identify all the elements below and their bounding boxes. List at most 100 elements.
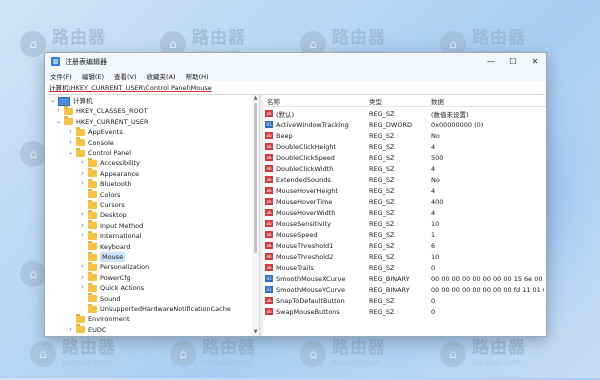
column-name-header[interactable]: 名称 bbox=[267, 96, 280, 106]
value-row[interactable]: ab SwapMouseButtons REG_SZ 0 bbox=[263, 306, 546, 317]
watermark-cn: 路由器 bbox=[472, 28, 526, 48]
maximize-button[interactable]: ☐ bbox=[502, 53, 524, 70]
value-row[interactable]: ab MouseHoverWidth REG_SZ 4 bbox=[263, 207, 546, 218]
value-row[interactable]: 01 SmoothMouseXCurve REG_BINARY 00 00 00 00… bbox=[263, 273, 546, 284]
expander-icon[interactable]: › bbox=[79, 231, 86, 241]
menu-edit[interactable]: 编辑(E) bbox=[82, 71, 104, 81]
minimize-button[interactable]: — bbox=[480, 53, 502, 70]
value-name: SwapMouseButtons bbox=[276, 307, 340, 316]
value-name: MouseTrails bbox=[276, 263, 314, 272]
computer-icon bbox=[58, 96, 70, 106]
value-row[interactable]: ab MouseHoverTime REG_SZ 400 bbox=[263, 196, 546, 207]
registry-editor-window: 注册表编辑器 — ☐ ✕ 文件(F) 编辑(E) 查看(V) 收藏夹(A) 帮助… bbox=[44, 52, 547, 337]
value-row[interactable]: ab MouseTrails REG_SZ 0 bbox=[263, 262, 546, 273]
string-value-icon: ab bbox=[265, 253, 273, 260]
tree-item[interactable]: › HKEY_CLASSES_ROOT bbox=[55, 106, 148, 116]
close-button[interactable]: ✕ bbox=[524, 53, 546, 70]
menu-view[interactable]: 查看(V) bbox=[114, 71, 137, 81]
expander-icon[interactable]: ⌄ bbox=[67, 148, 74, 158]
tree-item[interactable]: › International bbox=[79, 230, 142, 241]
watermark-en: luyouqi.com bbox=[202, 358, 251, 367]
value-row[interactable]: ab SnapToDefaultButton REG_SZ 0 bbox=[263, 295, 546, 306]
folder-icon bbox=[88, 220, 97, 230]
value-row[interactable]: ab MouseSensitivity REG_SZ 10 bbox=[263, 218, 546, 229]
tree-item[interactable]: Sound bbox=[79, 293, 120, 304]
value-row[interactable]: 01 SmoothMouseYCurve REG_BINARY 00 00 00 00… bbox=[263, 284, 546, 295]
value-row[interactable]: 01 ActiveWindowTracking REG_DWORD 0x0000000… bbox=[263, 119, 546, 130]
scroll-up-icon[interactable]: ▲ bbox=[252, 95, 259, 102]
folder-icon bbox=[88, 303, 97, 313]
expander-icon[interactable]: ⌄ bbox=[49, 96, 56, 106]
tree-item[interactable]: › AppEvents bbox=[67, 126, 123, 137]
router-logo-icon: ⌂ bbox=[440, 340, 466, 367]
tree-item[interactable]: Colors bbox=[79, 189, 120, 200]
menu-favorites[interactable]: 收藏夹(A) bbox=[147, 71, 176, 81]
expander-icon[interactable]: › bbox=[79, 158, 86, 168]
value-row[interactable]: ab ExtendedSounds REG_SZ No bbox=[263, 174, 546, 185]
tree-item[interactable]: › Personalization bbox=[79, 262, 149, 272]
tree-item[interactable]: › EUDC bbox=[67, 324, 106, 335]
expander-icon[interactable]: › bbox=[79, 210, 86, 220]
value-row[interactable]: ab DoubleClickHeight REG_SZ 4 bbox=[263, 141, 546, 152]
tree-scrollbar[interactable]: ▲ ▼ bbox=[252, 95, 259, 336]
tree-item[interactable]: Cursors bbox=[79, 199, 125, 210]
tree-item[interactable]: ⌄ Control Panel bbox=[67, 147, 131, 158]
scroll-thumb[interactable] bbox=[254, 103, 257, 253]
value-row[interactable]: ab MouseThreshold1 REG_SZ 6 bbox=[263, 240, 546, 251]
tree-item[interactable]: Keyboard bbox=[79, 241, 131, 252]
tree-item[interactable]: › Console bbox=[67, 137, 114, 148]
tree-item[interactable]: ⌄ HKEY_CURRENT_USER bbox=[55, 116, 149, 127]
folder-icon bbox=[88, 199, 97, 209]
folder-icon bbox=[64, 116, 73, 126]
tree-item[interactable]: › Quick Actions bbox=[79, 282, 144, 293]
title-bar[interactable]: 注册表编辑器 — ☐ ✕ bbox=[45, 53, 546, 70]
column-data-header[interactable]: 数据 bbox=[431, 96, 444, 106]
expander-icon[interactable]: › bbox=[79, 221, 86, 231]
expander-icon[interactable]: › bbox=[79, 169, 86, 179]
expander-icon[interactable]: › bbox=[79, 283, 86, 293]
value-name: Beep bbox=[276, 131, 293, 140]
tree-item[interactable]: UnsupportedHardwareNotificationCache bbox=[79, 303, 231, 314]
menu-help[interactable]: 帮助(H) bbox=[186, 71, 209, 81]
tree-item[interactable]: › PowerCfg bbox=[79, 272, 131, 283]
tree-item[interactable]: › Input Method bbox=[79, 220, 143, 231]
folder-icon bbox=[88, 210, 97, 220]
expander-icon[interactable]: › bbox=[79, 179, 86, 189]
expander-icon[interactable]: › bbox=[67, 127, 74, 137]
tree-item[interactable]: ⌄ 计算机 bbox=[49, 96, 93, 106]
value-name: ExtendedSounds bbox=[276, 175, 331, 184]
tree-item[interactable]: › Appearance bbox=[79, 168, 139, 179]
folder-icon bbox=[88, 262, 97, 272]
value-type: REG_SZ bbox=[369, 208, 395, 217]
value-row[interactable]: ab MouseHoverHeight REG_SZ 4 bbox=[263, 185, 546, 196]
menu-file[interactable]: 文件(F) bbox=[50, 71, 72, 81]
folder-icon bbox=[88, 293, 97, 303]
string-value-icon: ab bbox=[265, 198, 273, 205]
tree-item[interactable]: › Bluetooth bbox=[79, 178, 132, 189]
value-row[interactable]: ab (默认) REG_SZ (数值未设置) bbox=[263, 108, 546, 119]
expander-icon[interactable]: › bbox=[55, 106, 62, 116]
value-data: 0 bbox=[431, 296, 436, 305]
expander-icon[interactable]: › bbox=[67, 325, 74, 335]
expander-icon[interactable]: ⌄ bbox=[55, 117, 62, 127]
value-list: 名称 类型 数据 ab (默认) REG_SZ (数值未设置) 01 ActiveWind… bbox=[263, 95, 546, 336]
expander-icon[interactable]: › bbox=[79, 262, 86, 272]
expander-icon[interactable]: › bbox=[67, 138, 74, 148]
value-type: REG_SZ bbox=[369, 186, 395, 195]
value-row[interactable]: ab MouseThreshold2 REG_SZ 10 bbox=[263, 251, 546, 262]
value-row[interactable]: ab DoubleClickSpeed REG_SZ 500 bbox=[263, 152, 546, 163]
string-value-icon: ab bbox=[265, 154, 273, 161]
tree-item[interactable]: Mouse bbox=[79, 251, 126, 263]
value-row[interactable]: ab MouseSpeed REG_SZ 1 bbox=[263, 229, 546, 240]
value-row[interactable]: ab Beep REG_SZ No bbox=[263, 130, 546, 141]
address-bar[interactable]: 计算机\HKEY_CURRENT_USER\Control Panel\Mous… bbox=[48, 83, 543, 95]
value-data: 4 bbox=[431, 142, 436, 151]
expander-icon[interactable]: › bbox=[79, 273, 86, 283]
value-row[interactable]: ab DoubleClickWidth REG_SZ 4 bbox=[263, 163, 546, 174]
scroll-down-icon[interactable]: ▼ bbox=[252, 329, 259, 336]
tree-item[interactable]: Environment bbox=[67, 314, 130, 324]
tree-item[interactable]: › Desktop bbox=[79, 210, 127, 220]
column-type-header[interactable]: 类型 bbox=[369, 96, 382, 106]
watermark-en: luyouqi.com bbox=[62, 358, 111, 367]
tree-item[interactable]: › Accessibility bbox=[79, 158, 140, 168]
